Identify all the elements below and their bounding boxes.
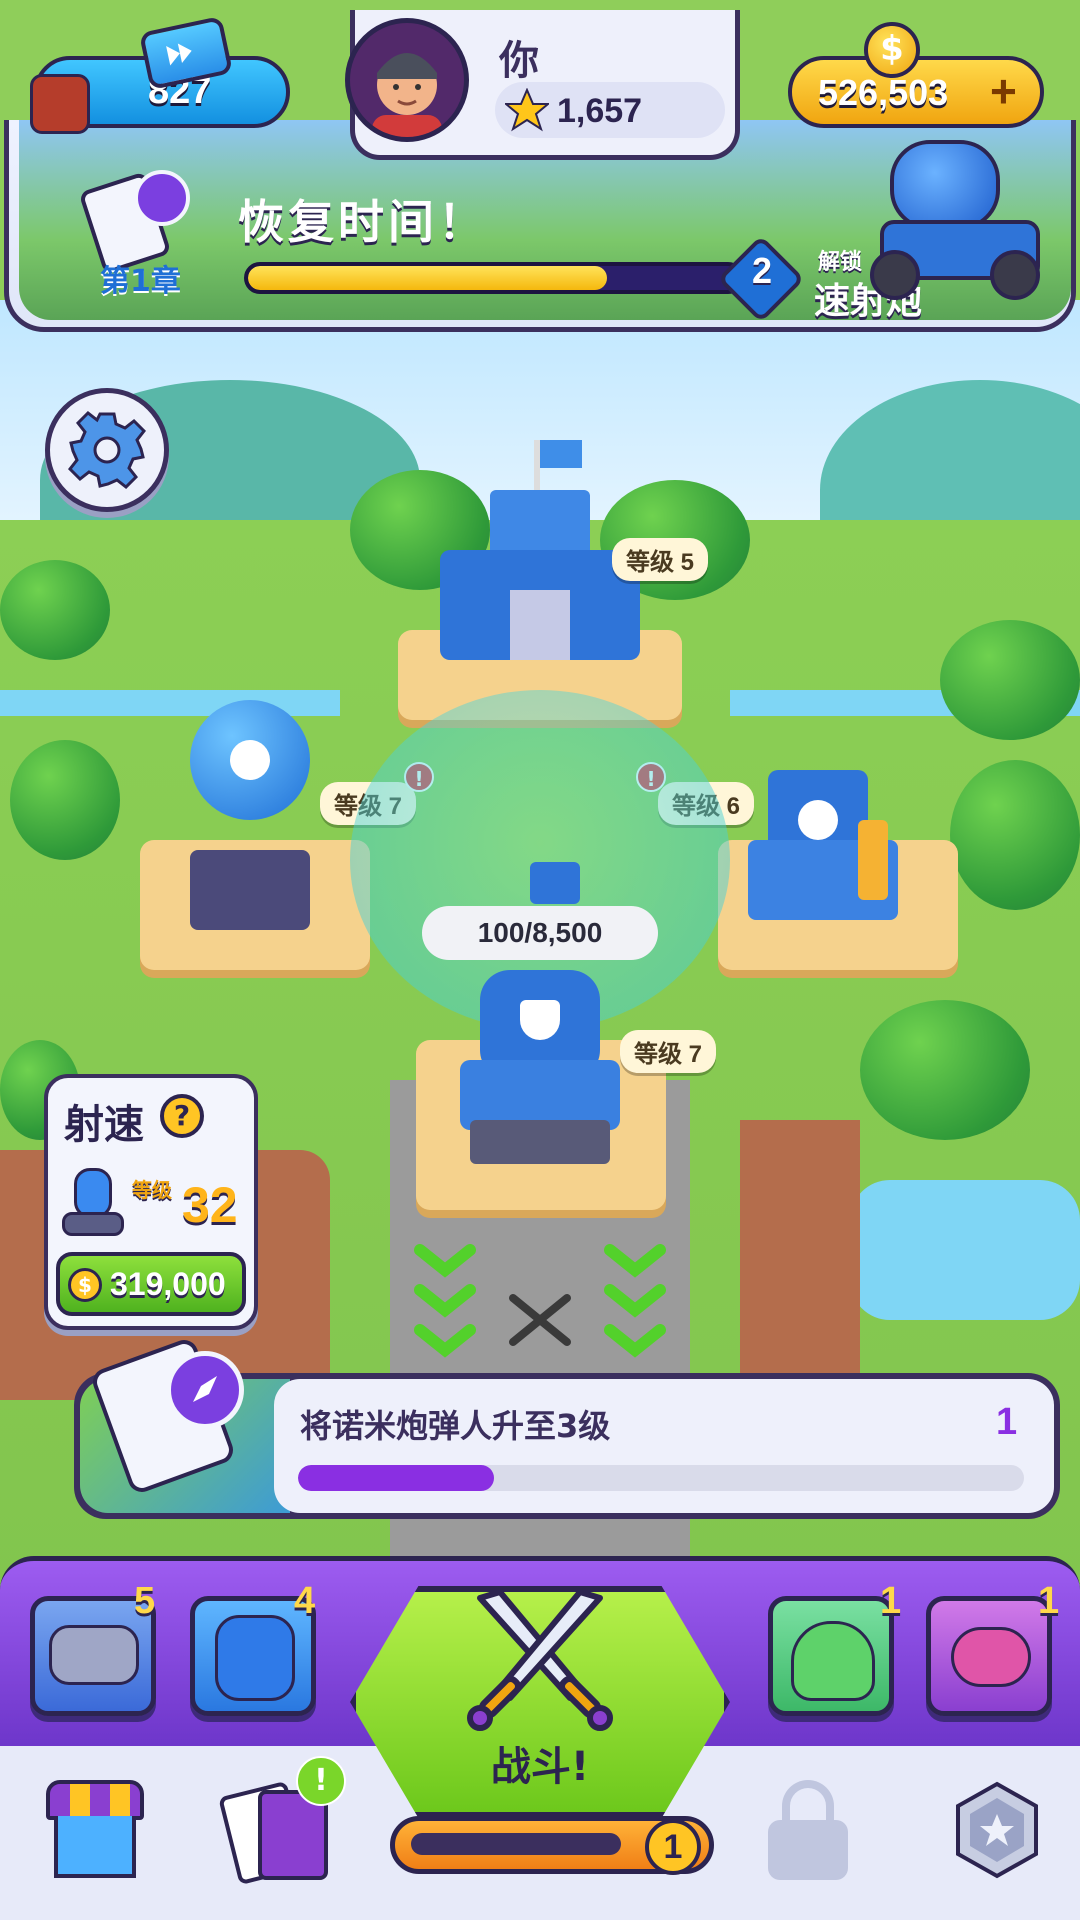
fire-rate-card[interactable]: 射速 ? 等级 32 $ 319,000 [44,1074,258,1330]
trophy-track [411,1833,621,1855]
unlock-cannon-image [870,140,1060,310]
rank-button[interactable] [952,1780,1042,1880]
stars-value: 1,657 [557,92,643,130]
workshop-building[interactable] [728,760,928,930]
profile-panel[interactable]: 你 1,657 [345,10,740,160]
shop-button[interactable] [40,1780,150,1880]
quest-count: 1 [996,1401,1018,1443]
locked-tab[interactable] [768,1780,848,1880]
shield-progress: 100/8,500 [422,906,658,960]
cards-alert-badge: ! [296,1756,346,1806]
green-slime-icon [791,1621,875,1701]
card-count: 1 [880,1580,902,1622]
shop-icon [54,1816,136,1878]
trophy-level: 1 [645,1819,701,1875]
upgrade-cost: 319,000 [110,1266,226,1302]
coins-value: 526,503 [818,72,949,113]
purple-bot-icon [951,1627,1031,1687]
quest-banner[interactable]: 将诺米炮弹人升至3级 1 [74,1336,1060,1519]
player-name: 你 [499,38,539,84]
fire-rate-title: 射速 [64,1102,144,1148]
star-icon [505,88,549,132]
compass-icon [166,1351,244,1429]
crossed-swords-icon [509,1294,571,1346]
upgrade-fire-rate-button[interactable]: $ 319,000 [56,1252,246,1316]
cliff [740,1120,860,1400]
chapter-title: 恢复时间！ [238,195,488,249]
stars-counter: 1,657 [495,82,725,138]
card-count: 4 [294,1580,316,1622]
trophy-progress[interactable]: 1 [390,1816,714,1875]
tree [0,560,110,660]
lake [850,1180,1080,1320]
help-icon[interactable]: ? [160,1094,204,1138]
cannon-tower[interactable] [450,960,630,1170]
card-count: 5 [134,1580,156,1622]
blue-cat-icon [215,1615,295,1701]
card-count: 1 [1038,1580,1060,1622]
coin-icon: $ [864,22,920,78]
lock-icon [768,1820,848,1880]
rank-badge-icon [956,1781,1038,1879]
coins-counter[interactable]: 526,503 + [788,56,1044,128]
chapter-map-button[interactable] [78,170,190,275]
chapter-progress-fill [248,266,608,290]
quest-progress-bar [298,1465,1024,1491]
add-coins-button[interactable]: + [990,64,1017,118]
bottom-panel: 5 4 1 1 战斗! 1 ! [0,1556,1080,1920]
chapter-progress-bar [244,262,744,294]
cannon-unit-icon [62,1168,124,1240]
tree [10,740,120,860]
unlock-level-value: 2 [751,250,773,291]
avatar[interactable] [345,18,469,142]
balloon-building[interactable] [180,700,330,940]
building-level-tag: 等级 5 [612,538,709,581]
tree [940,620,1080,740]
battle-label: 战斗! [490,1744,590,1790]
settings-button[interactable] [45,388,169,512]
coin-icon: $ [68,1268,102,1302]
deck-card-green-slime[interactable] [768,1596,894,1716]
triple-cannon-icon [49,1625,139,1685]
shop-awning-icon [46,1780,144,1820]
shield-blocks-icon [530,862,580,904]
compass-icon [134,170,190,226]
fire-rate-level-label: 等级 [132,1178,172,1202]
chapter-label: 第1章 [100,264,181,299]
tree [860,1000,1030,1140]
gear-icon [68,411,146,489]
deck-card-purple-bot[interactable] [926,1596,1052,1716]
quest-info: 将诺米炮弹人升至3级 1 [274,1379,1054,1513]
fire-rate-level: 32 [182,1177,238,1233]
crossed-swords-icon [467,1589,613,1731]
tree [950,760,1080,910]
building-level-tag: 等级 7 [620,1030,717,1073]
quest-progress-fill [298,1465,495,1491]
quest-text: 将诺米炮弹人升至3级 [300,1407,611,1445]
shop-castle-icon [30,74,90,134]
